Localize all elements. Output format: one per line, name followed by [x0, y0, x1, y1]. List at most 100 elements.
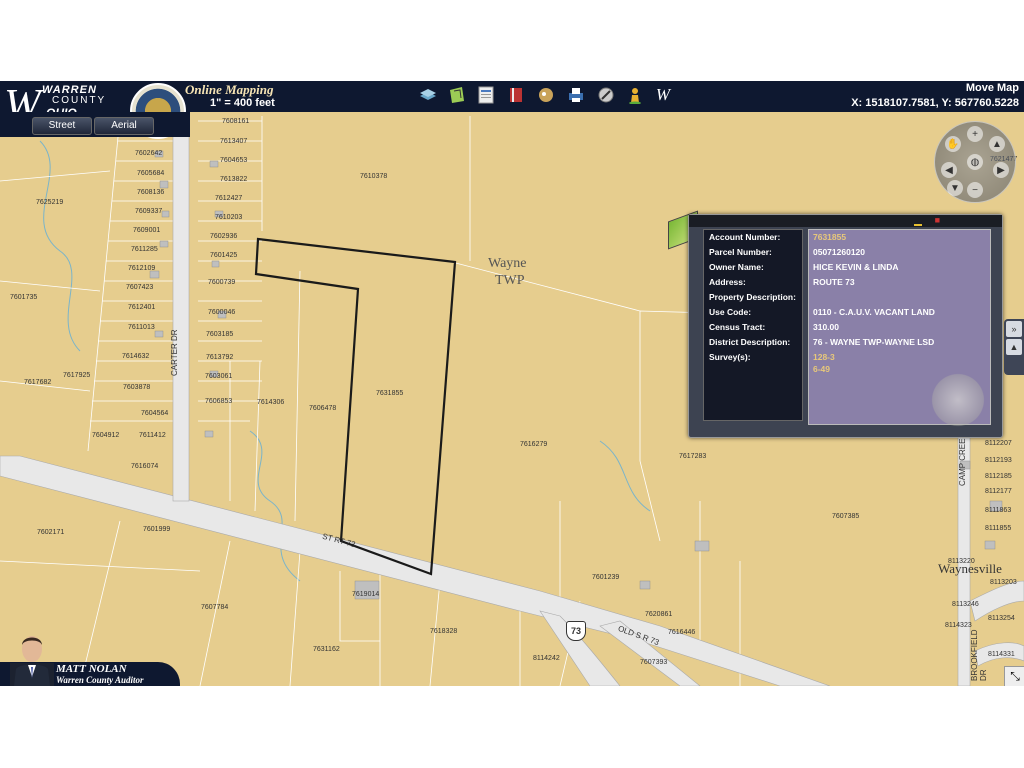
parcel-label[interactable]: 8112207 [985, 440, 1012, 447]
parcel-label[interactable]: 7610378 [360, 173, 387, 180]
logo-w-icon[interactable]: W [653, 85, 673, 105]
parcel-label[interactable]: 7613792 [206, 354, 233, 361]
parcel-label[interactable]: 7609001 [133, 227, 160, 234]
parcel-label[interactable]: 7617283 [679, 453, 706, 460]
aerial-basemap-button[interactable]: Aerial [94, 117, 154, 135]
parcel-label[interactable]: 7601239 [592, 574, 619, 581]
parcel-label[interactable]: 7604564 [141, 410, 168, 417]
popup-field-label: Address: [709, 277, 746, 287]
bookmark-icon[interactable] [506, 85, 526, 105]
parcel-label[interactable]: 7601999 [143, 526, 170, 533]
popup-field-value[interactable]: 7631855 [813, 232, 846, 242]
parcel-label[interactable]: 7631162 [313, 646, 340, 653]
expand-panel-icon[interactable]: » [1006, 321, 1022, 337]
parcel-label[interactable]: 7601425 [210, 252, 237, 259]
street-basemap-button[interactable]: Street [32, 117, 92, 135]
auditor-photo [10, 636, 54, 686]
parcel-label[interactable]: 7612109 [128, 265, 155, 272]
parcel-label[interactable]: 7600046 [208, 309, 235, 316]
parcel-label[interactable]: 7616446 [668, 629, 695, 636]
parcel-label[interactable]: 7608161 [222, 118, 249, 125]
parcel-label[interactable]: 7616279 [520, 441, 547, 448]
parcel-label[interactable]: 7614306 [257, 399, 284, 406]
parcel-label[interactable]: 7614632 [122, 353, 149, 360]
parcel-label[interactable]: 7617682 [24, 379, 51, 386]
parcel-label[interactable]: 7611412 [139, 432, 166, 439]
parcel-label[interactable]: 7607393 [640, 659, 667, 666]
survey-extra-value[interactable]: 6-49 [813, 364, 830, 374]
parcel-label[interactable]: 7610203 [215, 214, 242, 221]
parcel-label[interactable]: 8111855 [985, 525, 1011, 532]
parcel-label[interactable]: 8113254 [988, 615, 1015, 622]
zoom-out-icon[interactable]: − [967, 182, 983, 198]
parcel-label[interactable]: 7602936 [210, 233, 237, 240]
popup-field-label: Owner Name: [709, 262, 764, 272]
parcel-label[interactable]: 7611285 [131, 246, 158, 253]
parcel-label[interactable]: 7607385 [832, 513, 859, 520]
pan-left-icon[interactable]: ◀ [941, 162, 957, 178]
parcel-label[interactable]: 8114242 [533, 655, 560, 662]
pan-hand-icon[interactable]: ✋ [945, 136, 961, 152]
popup-field-value[interactable]: 128-3 [813, 352, 835, 362]
parcel-label[interactable]: 7631855 [376, 390, 403, 397]
parcel-label[interactable]: 7617925 [63, 372, 90, 379]
parcel-label[interactable]: 8111863 [985, 507, 1011, 514]
parcel-label[interactable]: 7611013 [128, 324, 155, 331]
map-tools-icon[interactable] [447, 85, 467, 105]
parcel-label[interactable]: 7608136 [137, 189, 164, 196]
pan-down-icon[interactable]: ▼ [947, 180, 963, 196]
map-mode-label: Move Map [965, 82, 1019, 94]
parcel-label[interactable]: 8114323 [945, 622, 972, 629]
parcel-label[interactable]: 7612427 [215, 195, 242, 202]
parcel-label[interactable]: 7607784 [201, 604, 228, 611]
parcel-label[interactable]: 7601735 [10, 294, 37, 301]
printer-icon[interactable] [566, 85, 586, 105]
parcel-label[interactable]: 7619014 [352, 591, 379, 598]
parcel-label[interactable]: 8112185 [985, 473, 1012, 480]
popup-field-value: 05071260120 [813, 247, 866, 257]
globe-icon[interactable]: ◍ [967, 154, 983, 170]
panel-up-icon[interactable]: ▲ [1006, 339, 1022, 355]
parcel-label[interactable]: 7605684 [137, 170, 164, 177]
parcel-label[interactable]: 7607423 [126, 284, 153, 291]
parcel-label[interactable]: 7602642 [135, 150, 162, 157]
parcel-label[interactable]: 8113203 [990, 579, 1017, 586]
print-icon[interactable] [476, 85, 496, 105]
popup-close-icon[interactable]: ■ [935, 215, 940, 225]
parcel-label[interactable]: 7606853 [205, 398, 232, 405]
parcel-label[interactable]: 7600739 [208, 279, 235, 286]
parcel-label[interactable]: 7603061 [205, 373, 232, 380]
popup-field-label: District Description: [709, 337, 791, 347]
parcel-label[interactable]: 7606478 [309, 405, 336, 412]
parcel-label[interactable]: 7604653 [220, 157, 247, 164]
parcel-label[interactable]: 8113246 [952, 601, 979, 608]
navigation-control[interactable]: + ✋ ◍ ◀ ▶ − ▲ ▼ [934, 121, 1016, 203]
zoom-in-icon[interactable]: + [967, 126, 983, 142]
parcel-label[interactable]: 7604912 [92, 432, 119, 439]
parcel-label[interactable]: 7618328 [430, 628, 457, 635]
popup-field-value: 76 - WAYNE TWP-WAYNE LSD [813, 337, 935, 347]
parcel-label[interactable]: 8112193 [985, 457, 1012, 464]
popup-field-label: Account Number: [709, 232, 781, 242]
side-tabs: » ▲ [1004, 319, 1024, 375]
parcel-label[interactable]: 7616074 [131, 463, 158, 470]
parcel-label[interactable]: 7620861 [645, 611, 672, 618]
parcel-label[interactable]: 7625219 [36, 199, 63, 206]
settings-icon[interactable] [596, 85, 616, 105]
parcel-label[interactable]: 7609337 [135, 208, 162, 215]
popup-minimize-icon[interactable] [914, 216, 922, 226]
pan-up-icon[interactable]: ▲ [989, 136, 1005, 152]
parcel-label[interactable]: 7613822 [220, 176, 247, 183]
full-extent-icon[interactable]: ⤡ [1004, 666, 1024, 686]
parcel-label[interactable]: 7602171 [37, 529, 64, 536]
person-icon[interactable] [625, 85, 645, 105]
parcel-label[interactable]: 7613407 [220, 138, 247, 145]
parcel-label[interactable]: 7603185 [206, 331, 233, 338]
pan-right-icon[interactable]: ▶ [993, 162, 1009, 178]
parcel-label[interactable]: 8112177 [985, 488, 1012, 495]
parcel-label[interactable]: 8114331 [988, 651, 1015, 658]
parcel-label[interactable]: 7612401 [128, 304, 155, 311]
layers-icon[interactable] [418, 85, 438, 105]
parcel-label[interactable]: 7603878 [123, 384, 150, 391]
identify-icon[interactable] [536, 85, 556, 105]
